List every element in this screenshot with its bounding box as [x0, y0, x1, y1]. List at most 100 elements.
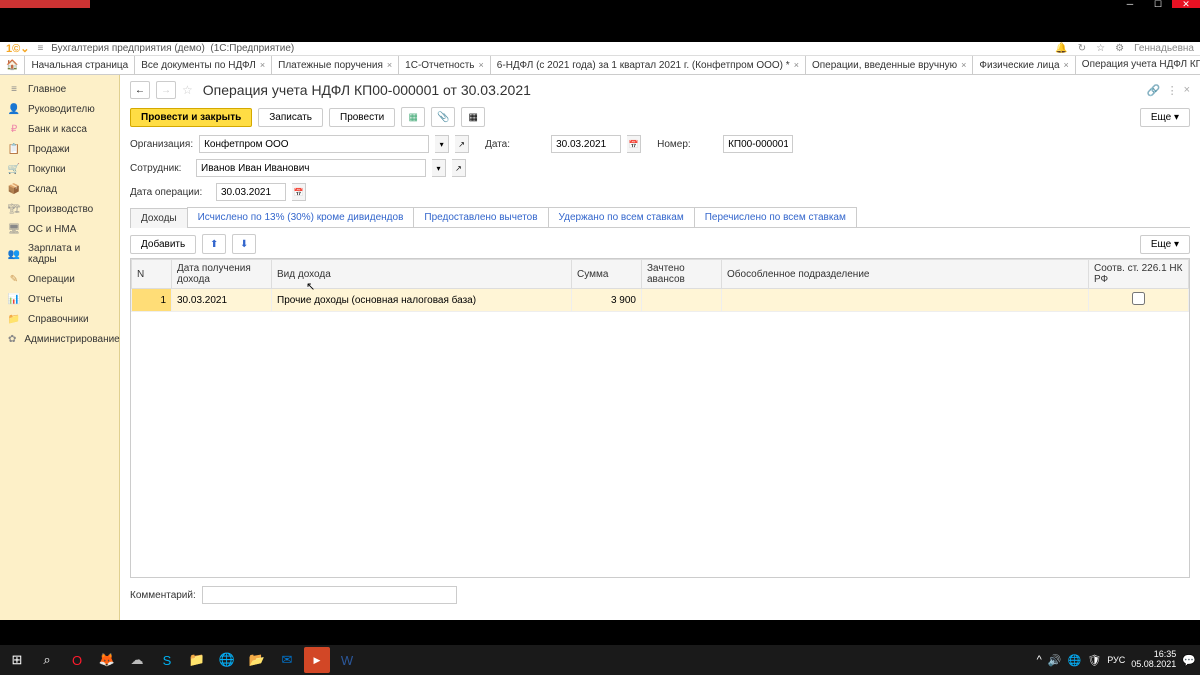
number-input[interactable] — [723, 135, 793, 153]
art226-checkbox[interactable] — [1132, 292, 1145, 305]
move-down-icon[interactable]: ⬇ — [232, 234, 256, 254]
history-icon[interactable]: ↻ — [1078, 43, 1086, 54]
registers-icon[interactable]: ▦ — [461, 107, 485, 127]
income-table[interactable]: N Дата получения дохода Вид дохода Сумма… — [130, 258, 1190, 578]
comment-input[interactable] — [202, 586, 457, 604]
settings-icon[interactable]: ⚙ — [1115, 43, 1124, 54]
star-icon[interactable]: ☆ — [1096, 43, 1105, 54]
forward-button[interactable]: → — [156, 81, 176, 99]
sidebar-item-assets[interactable]: 🖥ОС и НМА — [0, 219, 119, 239]
close-icon[interactable]: × — [387, 60, 392, 70]
tab-reporting[interactable]: 1С-Отчетность× — [399, 56, 491, 74]
close-icon[interactable]: × — [260, 60, 265, 70]
sidebar-item-reports[interactable]: 📊Отчеты — [0, 289, 119, 309]
network-icon[interactable]: 🌐 — [1068, 654, 1082, 667]
sidebar-item-production[interactable]: 🏗Производство — [0, 199, 119, 219]
clock[interactable]: 16:35 05.08.2021 — [1131, 650, 1176, 670]
defender-icon[interactable]: 🛡 — [1087, 654, 1101, 667]
col-sum[interactable]: Сумма — [572, 260, 642, 289]
tab-6ndfl[interactable]: 6-НДФЛ (с 2021 года) за 1 квартал 2021 г… — [491, 56, 806, 74]
sidebar-item-main[interactable]: ≡Главное — [0, 79, 119, 99]
tray-chevron-icon[interactable]: ^ — [1037, 654, 1042, 666]
maximize-button[interactable]: ☐ — [1144, 0, 1172, 8]
sidebar-item-catalogs[interactable]: 📁Справочники — [0, 309, 119, 329]
table-more-button[interactable]: Еще ▾ — [1140, 235, 1190, 254]
back-button[interactable]: ← — [130, 81, 150, 99]
employee-input[interactable] — [196, 159, 426, 177]
table-row[interactable]: 1 30.03.2021 Прочие доходы (основная нал… — [132, 289, 1189, 312]
subtab-income[interactable]: Доходы — [130, 208, 188, 228]
tab-manual-ops[interactable]: Операции, введенные вручную× — [806, 56, 973, 74]
home-tab-icon[interactable]: 🏠 — [0, 56, 25, 74]
search-icon[interactable]: ⌕ — [34, 647, 60, 673]
volume-icon[interactable]: 🔊 — [1048, 654, 1062, 667]
favorite-icon[interactable]: ☆ — [182, 83, 193, 97]
cell-type[interactable]: Прочие доходы (основная налоговая база) — [272, 289, 572, 312]
subtab-withheld[interactable]: Удержано по всем ставкам — [548, 207, 695, 227]
sidebar-item-admin[interactable]: ✿Администрирование — [0, 329, 119, 349]
save-button[interactable]: Записать — [258, 108, 323, 127]
sidebar-item-purchases[interactable]: 🛒Покупки — [0, 159, 119, 179]
link-icon[interactable]: 🔗 — [1147, 84, 1161, 97]
browser-tab[interactable] — [0, 0, 90, 8]
col-division[interactable]: Обособленное подразделение — [722, 260, 1089, 289]
sidebar-item-bank[interactable]: ₽Банк и касса — [0, 119, 119, 139]
sidebar-item-sales[interactable]: 📋Продажи — [0, 139, 119, 159]
cloud-icon[interactable]: ☁ — [124, 647, 150, 673]
tab-payments[interactable]: Платежные поручения× — [272, 56, 399, 74]
cell-date[interactable]: 30.03.2021 — [172, 289, 272, 312]
powerpoint-icon[interactable]: ▶ — [304, 647, 330, 673]
close-icon[interactable]: × — [479, 60, 484, 70]
close-button[interactable]: ✕ — [1172, 0, 1200, 8]
skype-icon[interactable]: S — [154, 647, 180, 673]
org-input[interactable] — [199, 135, 429, 153]
close-icon[interactable]: × — [794, 60, 799, 70]
subtab-deductions[interactable]: Предоставлено вычетов — [413, 207, 548, 227]
minimize-button[interactable]: ─ — [1116, 0, 1144, 8]
close-icon[interactable]: × — [1064, 60, 1069, 70]
sidebar-item-salary[interactable]: 👥Зарплата и кадры — [0, 239, 119, 269]
start-button[interactable]: ⊞ — [4, 647, 30, 673]
calendar-icon[interactable]: 📅 — [292, 183, 306, 201]
col-art226[interactable]: Соотв. ст. 226.1 НК РФ — [1089, 260, 1189, 289]
menu-icon[interactable]: ≡ — [37, 43, 43, 54]
post-and-close-button[interactable]: Провести и закрыть — [130, 108, 252, 127]
sidebar-item-operations[interactable]: ✎Операции — [0, 269, 119, 289]
more-button[interactable]: Еще ▾ — [1140, 108, 1190, 127]
col-type[interactable]: Вид дохода — [272, 260, 572, 289]
more-icon[interactable]: ⋮ — [1167, 84, 1178, 97]
notifications-icon[interactable]: 💬 — [1182, 654, 1196, 667]
outlook-icon[interactable]: ✉ — [274, 647, 300, 673]
post-button[interactable]: Провести — [329, 108, 395, 127]
cell-n[interactable]: 1 — [132, 289, 172, 312]
subtab-calc13[interactable]: Исчислено по 13% (30%) кроме дивидендов — [187, 207, 415, 227]
lang-indicator[interactable]: РУС — [1107, 655, 1125, 665]
date-input[interactable] — [551, 135, 621, 153]
open-icon[interactable]: ↗ — [452, 159, 466, 177]
explorer-icon[interactable]: 📁 — [184, 647, 210, 673]
bell-icon[interactable]: 🔔 — [1055, 43, 1067, 54]
user-label[interactable]: Геннадьевна — [1134, 43, 1194, 54]
tab-ndfl-docs[interactable]: Все документы по НДФЛ× — [135, 56, 272, 74]
cell-division[interactable] — [722, 289, 1089, 312]
word-icon[interactable]: W — [334, 647, 360, 673]
sidebar-item-warehouse[interactable]: 📦Склад — [0, 179, 119, 199]
dt-kt-icon[interactable]: ▦ — [401, 107, 425, 127]
folder-icon[interactable]: 📂 — [244, 647, 270, 673]
dropdown-icon[interactable]: ▾ — [432, 159, 446, 177]
tab-operation[interactable]: Операция учета НДФЛ КП00-000001 от 30.03… — [1076, 56, 1200, 74]
dropdown-icon[interactable]: ▾ — [435, 135, 449, 153]
sidebar-item-manager[interactable]: 👤Руководителю — [0, 99, 119, 119]
tab-home[interactable]: Начальная страница — [25, 56, 135, 74]
cell-sum[interactable]: 3 900 — [572, 289, 642, 312]
open-icon[interactable]: ↗ — [455, 135, 469, 153]
chrome-icon[interactable]: 🌐 — [214, 647, 240, 673]
attach-icon[interactable]: 📎 — [431, 107, 455, 127]
tab-persons[interactable]: Физические лица× — [973, 56, 1075, 74]
col-advance[interactable]: Зачтено авансов — [642, 260, 722, 289]
calendar-icon[interactable]: 📅 — [627, 135, 641, 153]
move-up-icon[interactable]: ⬆ — [202, 234, 226, 254]
close-icon[interactable]: × — [1184, 84, 1190, 97]
opdate-input[interactable] — [216, 183, 286, 201]
col-n[interactable]: N — [132, 260, 172, 289]
